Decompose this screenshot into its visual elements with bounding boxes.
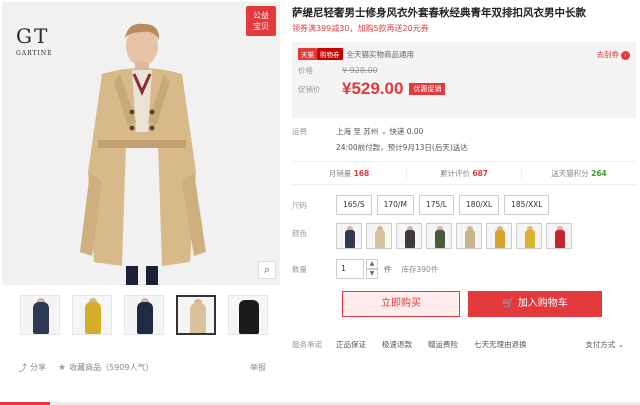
share-bar: ⤴ 分享 ★ 收藏商品 （5909人气） 举报 <box>18 361 266 375</box>
purchase-actions: 立即购买 🛒 加入购物车 <box>342 291 636 317</box>
swatch-fig <box>555 230 565 248</box>
thumbnail[interactable] <box>124 295 164 335</box>
favorite-button[interactable]: ★ 收藏商品 （5909人气） <box>58 362 153 373</box>
product-info: 萨缇尼轻奢男士修身风衣外套春秋经典青年双排扣风衣男中长款 领券满399减30，加… <box>292 0 636 350</box>
thumb-fig <box>33 302 49 334</box>
color-swatch[interactable] <box>456 223 482 249</box>
color-swatch[interactable] <box>546 223 572 249</box>
product-subtitle: 领券满399减30，加购5款再送20元券 <box>292 24 429 33</box>
swatch-fig <box>495 230 505 248</box>
original-price-row: 价格 ¥ 928.00 <box>298 66 378 75</box>
tmall-tag: 天猫 <box>298 48 317 60</box>
color-swatch[interactable] <box>516 223 542 249</box>
color-swatch[interactable] <box>486 223 512 249</box>
product-gallery: GT GARTINE 公益 宝贝 ⌕ ⤴ 分享 ★ 收藏商品 （5909人气） … <box>0 0 283 405</box>
swatch-fig <box>525 230 535 248</box>
coupon-tag: 购物券 <box>317 48 343 60</box>
size-option[interactable]: 170/M <box>376 195 414 215</box>
buy-now-button[interactable]: 立即购买 <box>342 291 460 317</box>
quantity-input[interactable]: 1 <box>336 259 364 279</box>
model-in-trench-coat <box>80 23 206 285</box>
chevron-down-icon: ⌄ <box>617 340 624 349</box>
brand-logo: GT GARTINE <box>16 24 53 57</box>
charity-badge: 公益 宝贝 <box>246 6 276 36</box>
size-option[interactable]: 165/S <box>336 195 372 215</box>
star-icon: ★ <box>58 362 67 373</box>
qty-increase-button[interactable]: ▲ <box>366 259 378 269</box>
thumb-fig <box>190 303 206 333</box>
thumbnail-selected[interactable] <box>176 295 216 335</box>
destination-select[interactable]: 至 苏州 ⌄ <box>353 127 387 136</box>
stock-count: 库存390件 <box>401 264 439 274</box>
thumbnail[interactable] <box>72 295 112 335</box>
original-price: ¥ 928.00 <box>342 66 378 75</box>
size-option[interactable]: 185/XXL <box>504 195 550 215</box>
swatch-fig <box>405 230 415 248</box>
service-item[interactable]: 正品保证 <box>336 339 366 350</box>
get-coupon-link[interactable]: 去刮券 › <box>597 49 630 60</box>
thumb-fig <box>239 300 259 334</box>
size-option[interactable]: 180/XL <box>458 195 500 215</box>
chevron-right-icon: › <box>621 50 630 60</box>
tmall-points: 送天猫积分 264 <box>551 168 607 178</box>
swatch-fig <box>345 230 355 248</box>
promo-price-row: 促销价 ¥529.00 优惠促销 <box>298 79 630 99</box>
share-button[interactable]: ⤴ 分享 <box>18 361 46 374</box>
share-icon: ⤴ <box>18 364 28 374</box>
zoom-icon[interactable]: ⌕ <box>258 261 276 279</box>
thumb-fig <box>85 302 101 334</box>
payment-methods[interactable]: 支付方式 ⌄ <box>585 339 624 350</box>
service-promises: 服务承诺 正品保证 极速退款 赠运费险 七天无理由退换 支付方式 ⌄ <box>292 339 624 350</box>
shipping-info: 运费 上海 至 苏州 ⌄ 快递 0.00 24:00前付款，预计9月13日(后天… <box>292 127 468 152</box>
coupon-line: 天猫 购物券 全天猫实物商品通用 去刮券 › <box>298 48 630 60</box>
color-options: 颜色 <box>292 223 636 249</box>
service-item[interactable]: 赠运费险 <box>428 339 458 350</box>
thumbnail-strip <box>20 295 268 335</box>
sales-stats: 月销量 168 累计评价 687 送天猫积分 264 <box>292 161 636 185</box>
service-item[interactable]: 七天无理由退换 <box>474 339 527 350</box>
color-swatch[interactable] <box>426 223 452 249</box>
color-swatch[interactable] <box>366 223 392 249</box>
monthly-sales: 月销量 168 <box>292 167 407 179</box>
swatch-fig <box>465 230 475 248</box>
thumbnail[interactable] <box>228 295 268 335</box>
swatch-fig <box>375 230 385 248</box>
thumb-fig <box>137 302 153 334</box>
add-to-cart-button[interactable]: 🛒 加入购物车 <box>468 291 602 317</box>
quantity-row: 数量 1 ▲ ▼ 件 库存390件 <box>292 259 439 279</box>
product-title: 萨缇尼轻奢男士修身风衣外套春秋经典青年双排扣风衣男中长款 <box>292 7 586 19</box>
main-product-image[interactable]: GT GARTINE 公益 宝贝 ⌕ <box>2 2 280 285</box>
color-swatch[interactable] <box>336 223 362 249</box>
promo-badge: 优惠促销 <box>409 83 446 95</box>
chevron-down-icon: ⌄ <box>380 127 387 136</box>
size-options: 尺码 165/S 170/M 175/L 180/XL 185/XXL <box>292 195 636 215</box>
color-swatch[interactable] <box>396 223 422 249</box>
thumbnail[interactable] <box>20 295 60 335</box>
promo-price: ¥529.00 <box>342 79 404 98</box>
qty-decrease-button[interactable]: ▼ <box>366 269 378 279</box>
review-count[interactable]: 累计评价 687 <box>407 167 522 179</box>
cart-icon: 🛒 <box>502 298 515 309</box>
size-option[interactable]: 175/L <box>418 195 454 215</box>
report-link[interactable]: 举报 <box>250 362 266 373</box>
price-box: 天猫 购物券 全天猫实物商品通用 去刮券 › 价格 ¥ 928.00 促销价 ¥5… <box>292 42 636 118</box>
service-item[interactable]: 极速退款 <box>382 339 412 350</box>
swatch-fig <box>435 230 445 248</box>
